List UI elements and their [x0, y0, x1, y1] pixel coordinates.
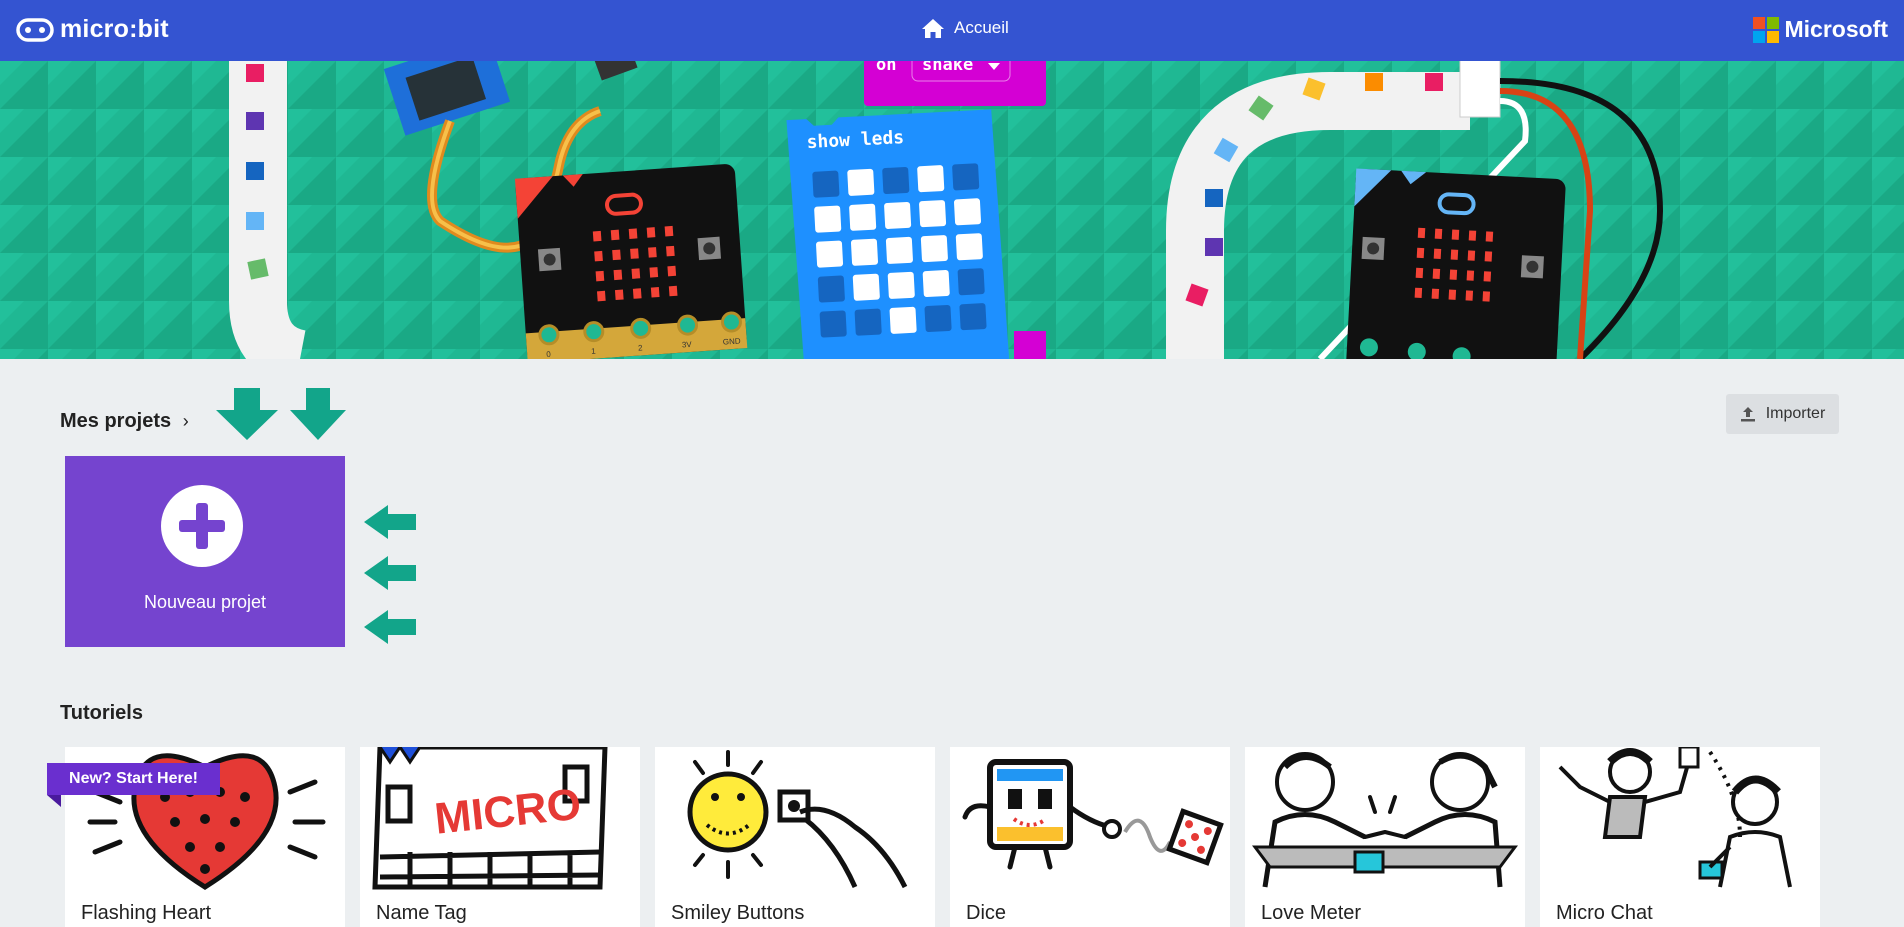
tutorial-title: Love Meter: [1261, 902, 1362, 924]
microsoft-label: Microsoft: [1784, 16, 1889, 42]
chevron-right-icon: ›: [182, 411, 189, 431]
name-tag-illustration: MICRO: [372, 747, 608, 890]
upload-icon: [1740, 407, 1755, 422]
my-projects-heading[interactable]: Mes projets ›: [60, 410, 189, 433]
tutorial-card-dice[interactable]: Dice: [950, 747, 1230, 927]
tutorial-title: Flashing Heart: [81, 902, 212, 924]
pin-label-gnd: GND: [723, 336, 742, 346]
smiley-buttons-illustration: [687, 750, 908, 889]
microsoft-squares-icon: [1752, 16, 1779, 43]
new-project-label: Nouveau projet: [143, 592, 267, 612]
arrow-left-icon: [364, 556, 416, 590]
arrow-left-icon: [364, 610, 416, 644]
new-project-card[interactable]: Nouveau projet: [65, 456, 345, 647]
new-start-here-badge: New? Start Here!: [47, 763, 220, 795]
brand-name: micro:bit: [60, 15, 169, 43]
tutorial-card-smiley-buttons[interactable]: Smiley Buttons: [655, 747, 935, 927]
tutorials-heading: Tutoriels: [60, 702, 143, 724]
home-link[interactable]: Accueil: [922, 18, 1009, 38]
arrow-left-icon: [364, 505, 416, 539]
microsoft-logo[interactable]: Microsoft: [1752, 16, 1889, 43]
micro-chat-illustration: [1558, 747, 1792, 888]
tutorial-title: Micro Chat: [1556, 902, 1653, 924]
my-projects-label: Mes projets: [60, 410, 172, 432]
love-meter-illustration: [1252, 752, 1518, 888]
tutorial-card-micro-chat[interactable]: Micro Chat: [1540, 747, 1820, 927]
dice-illustration: [962, 759, 1224, 870]
microbit-logo[interactable]: micro:bit: [16, 15, 169, 44]
import-label: Importer: [1765, 405, 1826, 422]
hero-banner: 0 1 2 3V GND on shake show leds: [0, 61, 1904, 359]
home-label: Accueil: [954, 18, 1009, 37]
plus-icon: [161, 485, 243, 567]
event-block-label: on: [876, 61, 896, 75]
pin-label-3v: 3V: [682, 340, 693, 350]
badge-fold: [47, 795, 61, 807]
microbit-logo-icon: [16, 17, 54, 42]
top-navigation-bar: micro:bit Accueil Microsoft: [0, 0, 1904, 61]
tutorial-card-love-meter[interactable]: Love Meter: [1245, 747, 1525, 927]
event-value-label: shake: [922, 61, 973, 75]
arrow-down-icon: [290, 388, 346, 440]
hero-illustration: 0 1 2 3V GND on shake show leds: [0, 61, 1904, 359]
arrow-down-icon: [216, 388, 278, 440]
tutorial-title: Dice: [966, 902, 1007, 924]
home-icon: [922, 18, 944, 38]
import-button[interactable]: Importer: [1726, 394, 1839, 434]
tutorial-title: Smiley Buttons: [671, 902, 805, 924]
tutorial-card-name-tag[interactable]: MICRO Name Tag: [360, 747, 640, 927]
tutorial-title: Name Tag: [376, 902, 467, 924]
